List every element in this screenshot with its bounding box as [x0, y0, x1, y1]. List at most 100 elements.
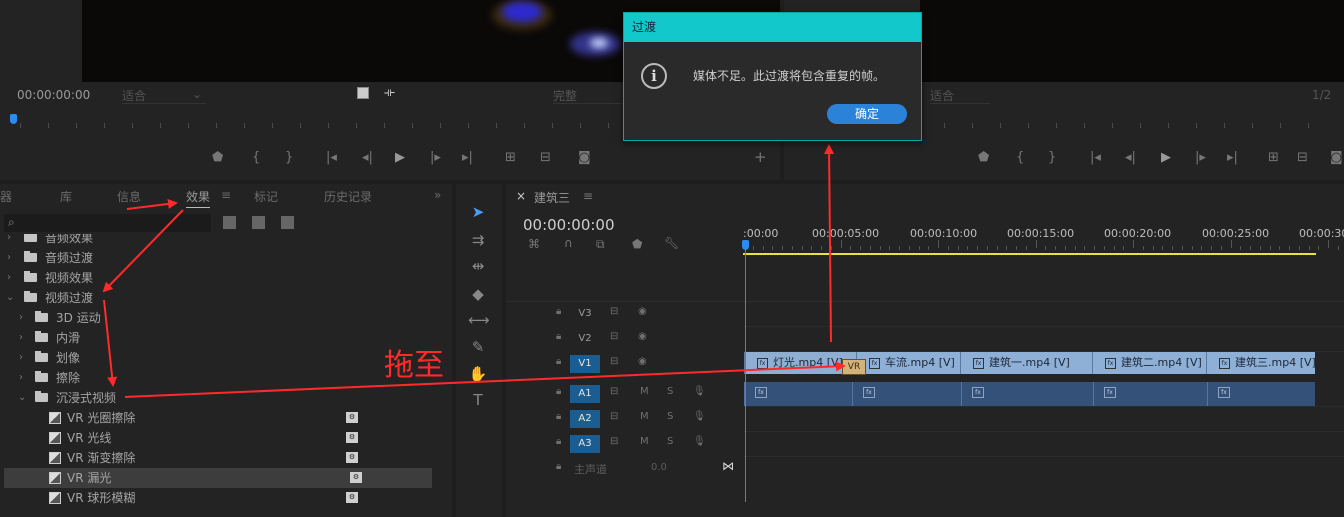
program-go-to-out-icon[interactable]: ▸|: [1227, 150, 1238, 165]
tab-history[interactable]: 历史记录: [324, 188, 372, 205]
sync-lock-icon[interactable]: ⊟: [610, 436, 618, 447]
lock-icon[interactable]: 🔒︎: [556, 331, 561, 342]
tree-item[interactable]: › 内滑: [0, 328, 432, 348]
step-forward-icon[interactable]: |▸: [430, 150, 441, 165]
sync-lock-icon[interactable]: ⊟: [610, 356, 618, 367]
add-marker-icon[interactable]: ⬟: [212, 150, 223, 165]
audio-clip[interactable]: fx: [961, 382, 1093, 406]
lock-icon[interactable]: 🔒︎: [556, 436, 561, 447]
mute-button[interactable]: M: [640, 386, 649, 397]
microphone-icon[interactable]: 🎙︎: [693, 386, 706, 397]
eye-icon[interactable]: ◉: [638, 306, 647, 317]
snap-icon[interactable]: ∩: [564, 236, 573, 250]
mark-out-icon[interactable]: }: [285, 150, 293, 165]
go-to-in-icon[interactable]: |◂: [326, 150, 337, 165]
program-mark-in-icon[interactable]: {: [1016, 150, 1024, 165]
video-clip[interactable]: fx 车流.mp4 [V]: [856, 352, 960, 374]
insert-icon[interactable]: ⊞: [505, 150, 516, 165]
tab-effects[interactable]: 效果: [186, 188, 211, 208]
sequence-tab[interactable]: 建筑三: [534, 189, 570, 206]
hand-tool-icon[interactable]: ✋: [468, 364, 488, 384]
solo-button[interactable]: S: [667, 411, 673, 422]
close-sequence-icon[interactable]: ×: [516, 189, 526, 203]
source-playhead[interactable]: [10, 114, 17, 124]
source-timecode[interactable]: 00:00:00:00: [17, 88, 90, 102]
sync-lock-icon[interactable]: ⊟: [610, 331, 618, 342]
split-audio-icon[interactable]: ⟛: [384, 85, 395, 100]
go-to-out-icon[interactable]: ▸|: [462, 150, 473, 165]
tree-item[interactable]: › 3D 运动: [0, 308, 432, 328]
lock-icon[interactable]: 🔒︎: [556, 461, 561, 472]
video-clip[interactable]: fx 建筑三.mp4 [V]: [1206, 352, 1315, 374]
wrench-icon[interactable]: 🔧︎: [664, 236, 679, 250]
audio-clip[interactable]: fx: [852, 382, 961, 406]
type-tool-icon[interactable]: T: [468, 390, 488, 410]
tree-item[interactable]: VR 光圈擦除 ⚙: [0, 408, 432, 428]
ripple-edit-tool-icon[interactable]: ⇹: [468, 256, 488, 276]
master-volume-value[interactable]: 0.0: [651, 462, 667, 473]
button-editor-plus-icon[interactable]: +: [754, 148, 767, 166]
yuv-effects-icon[interactable]: [281, 216, 294, 229]
step-back-icon[interactable]: ◂|: [362, 150, 373, 165]
video-clip[interactable]: fx 建筑一.mp4 [V]: [960, 352, 1092, 374]
ok-button[interactable]: 确定: [827, 104, 907, 124]
track-label[interactable]: A3: [570, 435, 600, 453]
playhead-line[interactable]: [745, 246, 746, 502]
timeline-marker-icon[interactable]: ⬟: [632, 237, 642, 251]
lift-icon[interactable]: ⊞: [1268, 150, 1279, 165]
video-clip[interactable]: fx 灯光.mp4 [V]: [744, 352, 856, 374]
effects-search-input[interactable]: ⌕: [4, 214, 211, 232]
sequence-menu-icon[interactable]: ≡: [583, 189, 593, 203]
tab-libraries[interactable]: 库: [60, 188, 72, 205]
transition-marker[interactable]: VR: [842, 359, 866, 375]
sync-lock-icon[interactable]: ⊟: [610, 411, 618, 422]
lock-icon[interactable]: 🔒︎: [556, 306, 561, 317]
master-bowtie-icon[interactable]: ⋈: [722, 459, 734, 473]
linked-selection-icon[interactable]: ⧉: [596, 237, 605, 252]
panel-overflow-icon[interactable]: »: [434, 188, 441, 202]
eye-icon[interactable]: ◉: [638, 356, 647, 367]
program-go-to-in-icon[interactable]: |◂: [1090, 150, 1101, 165]
track-label[interactable]: A1: [570, 385, 600, 403]
pen-tool-icon[interactable]: ✎: [468, 337, 488, 357]
export-frame-icon[interactable]: ◙: [578, 150, 591, 165]
audio-clip[interactable]: fx: [744, 382, 852, 406]
sync-lock-icon[interactable]: ⊟: [610, 306, 618, 317]
mute-button[interactable]: M: [640, 411, 649, 422]
tree-item[interactable]: VR 光线 ⚙: [0, 428, 432, 448]
tree-item[interactable]: VR 球形模糊 ⚙: [0, 488, 432, 508]
tab-media-browser[interactable]: 器: [0, 188, 12, 205]
tree-item[interactable]: › 音频效果: [0, 234, 432, 248]
razor-tool-icon[interactable]: ◆: [468, 284, 488, 304]
tree-item[interactable]: VR 渐变擦除 ⚙: [0, 448, 432, 468]
film-settings-icon[interactable]: [357, 87, 369, 99]
video-clip[interactable]: fx 建筑二.mp4 [V]: [1092, 352, 1206, 374]
timeline-timecode[interactable]: 00:00:00:00: [523, 216, 615, 234]
tree-item[interactable]: › 划像: [0, 348, 432, 368]
tab-info[interactable]: 信息: [117, 188, 141, 205]
work-area-bar[interactable]: [743, 253, 1316, 255]
source-fit-dropdown[interactable]: 适合 ⌄: [122, 87, 206, 104]
microphone-icon[interactable]: 🎙︎: [693, 436, 706, 447]
track-label[interactable]: V1: [570, 355, 600, 373]
nest-icon[interactable]: ⌘: [528, 237, 540, 251]
sync-lock-icon[interactable]: ⊟: [610, 386, 618, 397]
tree-item[interactable]: › 视频效果: [0, 268, 432, 288]
track-label[interactable]: A2: [570, 410, 600, 428]
solo-button[interactable]: S: [667, 436, 673, 447]
tab-markers[interactable]: 标记: [254, 188, 278, 205]
eye-icon[interactable]: ◉: [638, 331, 647, 342]
program-play-icon[interactable]: ▶: [1161, 150, 1171, 165]
accelerated-effects-icon[interactable]: [223, 216, 236, 229]
lock-icon[interactable]: 🔒︎: [556, 411, 561, 422]
slip-tool-icon[interactable]: ⟷: [468, 310, 490, 330]
track-select-tool-icon[interactable]: ⇉: [468, 230, 488, 250]
program-export-frame-icon[interactable]: ◙: [1330, 150, 1343, 165]
microphone-icon[interactable]: 🎙︎: [693, 411, 706, 422]
lock-icon[interactable]: 🔒︎: [556, 356, 561, 367]
program-mark-out-icon[interactable]: }: [1048, 150, 1056, 165]
play-icon[interactable]: ▶: [395, 150, 405, 165]
tree-item[interactable]: ⌄ 视频过渡: [0, 288, 432, 308]
solo-button[interactable]: S: [667, 386, 673, 397]
program-step-back-icon[interactable]: ◂|: [1125, 150, 1136, 165]
